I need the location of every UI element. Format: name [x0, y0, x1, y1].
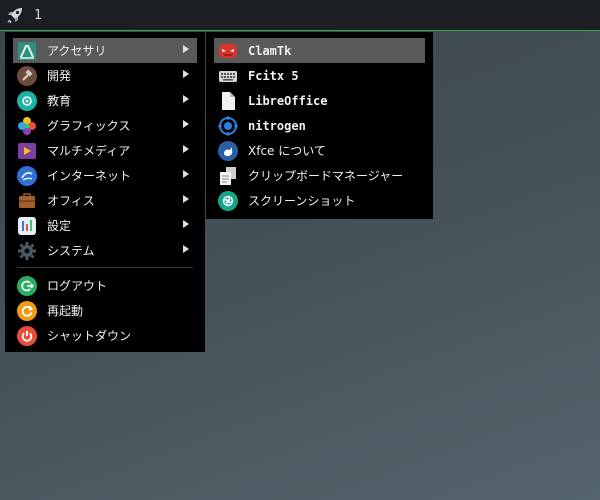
submenu-item-screenshot[interactable]: スクリーンショット [214, 188, 425, 213]
submenu-item-label: ClamTk [248, 43, 292, 58]
submenu-item-label: Fcitx 5 [248, 68, 299, 83]
menu-item-label: グラフィックス [47, 119, 131, 133]
menu-item-accessories[interactable]: アクセサリ [13, 38, 197, 63]
submenu-item-label: LibreOffice [248, 93, 328, 108]
education-icon [17, 90, 37, 111]
menu-item-label: アクセサリ [47, 44, 107, 58]
shutdown-icon [17, 325, 37, 346]
screenshot-icon [218, 190, 238, 211]
menu-item-shutdown[interactable]: シャットダウン [13, 323, 197, 348]
top-panel: 1 [0, 0, 600, 31]
settings-icon [17, 216, 37, 236]
menu-item-label: 教育 [47, 94, 72, 108]
submenu-arrow-icon [183, 45, 189, 53]
accessories-icon [17, 41, 37, 61]
menu-item-label: 設定 [47, 219, 72, 233]
submenu-item-clipboard-manager[interactable]: クリップボードマネージャー [214, 163, 425, 188]
menu-item-development[interactable]: 開発 [13, 63, 197, 88]
submenu-item-libreoffice[interactable]: LibreOffice [214, 88, 425, 113]
menu-item-label: ログアウト [47, 279, 108, 293]
internet-icon [17, 165, 37, 186]
submenu-item-about-xfce[interactable]: Xfce について [214, 138, 425, 163]
xfce-icon [218, 140, 238, 161]
multimedia-icon [17, 141, 37, 161]
menu-item-logout[interactable]: ログアウト [13, 273, 197, 298]
rocket-icon [7, 8, 22, 24]
application-menu: アクセサリ 開発 教育 グラフィックス マルチメディア インターネット オフィス… [5, 32, 205, 352]
menu-item-label: インターネット [47, 169, 132, 183]
menu-item-office[interactable]: オフィス [13, 188, 197, 213]
menu-item-label: 再起動 [47, 304, 84, 318]
submenu-arrow-icon [183, 245, 189, 253]
submenu-item-label: Xfce について [248, 144, 326, 158]
menu-item-label: マルチメディア [47, 144, 131, 158]
accessories-submenu: ClamTk Fcitx 5 LibreOffice nitrogen Xfce… [206, 32, 433, 219]
keyboard-icon [218, 66, 238, 86]
submenu-item-label: nitrogen [248, 118, 306, 133]
menu-item-label: オフィス [47, 194, 95, 208]
submenu-item-fcitx5[interactable]: Fcitx 5 [214, 63, 425, 88]
submenu-arrow-icon [183, 145, 189, 153]
submenu-arrow-icon [183, 195, 189, 203]
logout-icon [17, 275, 37, 296]
submenu-item-clamtk[interactable]: ClamTk [214, 38, 425, 63]
office-icon [17, 191, 37, 211]
menu-item-label: システム [47, 244, 95, 258]
menu-item-education[interactable]: 教育 [13, 88, 197, 113]
menu-item-label: 開発 [47, 69, 72, 83]
app-menu-button[interactable] [0, 0, 30, 30]
submenu-arrow-icon [183, 120, 189, 128]
submenu-item-label: スクリーンショット [248, 194, 356, 208]
document-icon [218, 91, 238, 111]
menu-item-settings[interactable]: 設定 [13, 213, 197, 238]
menu-item-label: シャットダウン [47, 329, 132, 343]
menu-item-internet[interactable]: インターネット [13, 163, 197, 188]
restart-icon [17, 300, 37, 321]
submenu-arrow-icon [183, 95, 189, 103]
menu-item-restart[interactable]: 再起動 [13, 298, 197, 323]
submenu-item-nitrogen[interactable]: nitrogen [214, 113, 425, 138]
menu-separator [17, 267, 193, 268]
workspace-indicator[interactable]: 1 [34, 8, 42, 23]
graphics-icon [17, 116, 37, 136]
submenu-item-label: クリップボードマネージャー [248, 169, 404, 183]
hammer-icon [17, 65, 37, 86]
clipboard-icon [218, 166, 238, 186]
submenu-arrow-icon [183, 220, 189, 228]
system-gear-icon [17, 241, 37, 261]
nitrogen-icon [218, 115, 238, 136]
submenu-arrow-icon [183, 70, 189, 78]
submenu-arrow-icon [183, 170, 189, 178]
menu-item-system[interactable]: システム [13, 238, 197, 263]
menu-item-multimedia[interactable]: マルチメディア [13, 138, 197, 163]
menu-item-graphics[interactable]: グラフィックス [13, 113, 197, 138]
clamtk-icon [218, 41, 238, 61]
